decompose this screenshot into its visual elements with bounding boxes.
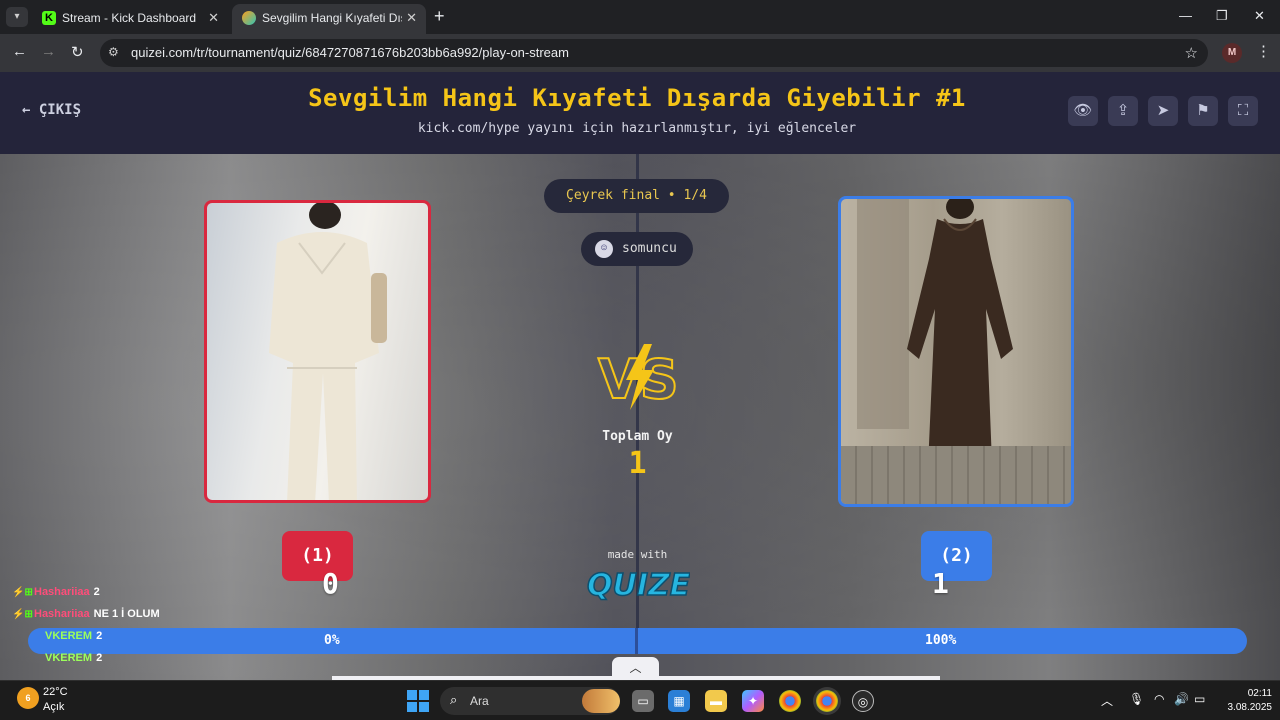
clock-time: 02:11 xyxy=(1247,688,1272,699)
chat-username: Hashariiaa xyxy=(34,608,90,620)
battery-icon[interactable]: ▭ xyxy=(1194,692,1205,706)
chat-badge-icon: ⚡⊞ xyxy=(12,609,33,620)
total-votes-label: Toplam Oy xyxy=(602,429,673,444)
volume-icon[interactable]: 🔊 xyxy=(1174,692,1189,706)
vote-option-1-button[interactable]: (1) xyxy=(282,531,353,581)
tab-title: Stream - Kick Dashboard xyxy=(62,11,197,25)
copilot-icon[interactable]: ✦ xyxy=(742,690,764,712)
total-votes-value: 1 xyxy=(628,446,647,481)
close-window-icon[interactable]: ✕ xyxy=(1254,8,1265,24)
percent-option-1: 0% xyxy=(324,633,340,648)
taskbar-search[interactable]: ⌕ Ara xyxy=(440,687,620,715)
eye-icon[interactable]: 👁 xyxy=(1068,96,1098,126)
restore-icon[interactable]: ❐ xyxy=(1216,8,1228,24)
tab-search-button[interactable]: ▾ xyxy=(6,7,28,27)
address-bar[interactable]: ⚙ quizei.com/tr/tournament/quiz/68472708… xyxy=(100,39,1208,67)
chat-username: Hashariiaa xyxy=(34,586,90,598)
tab-kick-dashboard[interactable]: K Stream - Kick Dashboard ✕ xyxy=(32,4,228,34)
profile-avatar[interactable]: M xyxy=(1222,43,1242,63)
chat-message: ⚡⊞Hashariiaa NE 1 İ OLUM xyxy=(12,608,160,620)
chat-message: VKEREM 2 xyxy=(45,652,102,664)
chat-message: VKEREM 2 xyxy=(45,630,102,642)
clock-date: 3.08.2025 xyxy=(1227,702,1273,713)
chat-text: 2 xyxy=(96,652,103,664)
chat-text: 2 xyxy=(93,586,100,598)
progress-divider xyxy=(635,628,638,654)
chat-message: ⚡⊞Hashariiaa 2 xyxy=(12,586,100,598)
quiz-page: ← ÇIKIŞ Sevgilim Hangi Kıyafeti Dışarda … xyxy=(0,72,1280,680)
flag-icon[interactable]: ⚑ xyxy=(1188,96,1218,126)
creator-badge[interactable]: ☺ somuncu xyxy=(581,232,693,266)
search-highlight-image xyxy=(582,689,620,713)
browser-tab-bar: ▾ K Stream - Kick Dashboard ✕ Sevgilim H… xyxy=(0,0,1280,34)
wifi-icon[interactable]: ◠ xyxy=(1154,692,1164,706)
creator-name: somuncu xyxy=(622,241,677,256)
back-arrow-icon[interactable]: ← xyxy=(12,43,27,60)
choice-card-2[interactable] xyxy=(838,196,1074,507)
url-text[interactable]: quizei.com/tr/tournament/quiz/6847270871… xyxy=(131,45,569,60)
quizei-logo[interactable]: QUIZEI xyxy=(585,561,690,603)
vote-progress-bar: 0% 100% xyxy=(28,628,1247,654)
share-icon[interactable]: ⇪ xyxy=(1108,96,1138,126)
clock[interactable]: 02:11 3.08.2025 xyxy=(1222,687,1273,715)
tab-title: Sevgilim Hangi Kıyafeti Dışarda xyxy=(262,11,402,25)
kick-favicon-icon: K xyxy=(42,11,56,25)
taskbar: 6 22°C Açık ⌕ Ara ▭ ▦ ▬ ✦ ◎ ︿ 🎙 ◠ 🔊 ▭ 02… xyxy=(0,680,1280,720)
chrome-profile-icon[interactable] xyxy=(816,690,838,712)
outfit-image-1 xyxy=(269,203,387,500)
weather-temperature[interactable]: 22°C xyxy=(43,686,68,698)
minimize-icon[interactable]: — xyxy=(1179,8,1192,23)
fullscreen-icon[interactable]: ⛶ xyxy=(1228,96,1258,126)
chat-username: VKEREM xyxy=(45,630,93,642)
forward-arrow-icon[interactable]: → xyxy=(41,43,56,60)
user-avatar-icon: ☺ xyxy=(595,240,613,258)
store-icon[interactable]: ▦ xyxy=(668,690,690,712)
made-with-label: made with xyxy=(607,548,668,561)
browser-menu-icon[interactable]: ⋮ xyxy=(1256,42,1271,60)
choice-card-1[interactable] xyxy=(204,200,431,503)
file-explorer-icon[interactable]: ▬ xyxy=(705,690,727,712)
weather-icon[interactable]: 6 xyxy=(17,687,39,709)
weather-condition[interactable]: Açık xyxy=(43,701,64,713)
new-tab-button[interactable]: + xyxy=(434,6,445,26)
search-icon: ⌕ xyxy=(450,692,458,707)
send-icon[interactable]: ➤ xyxy=(1148,96,1178,126)
site-info-icon[interactable]: ⚙ xyxy=(108,45,119,59)
obs-icon[interactable]: ◎ xyxy=(852,690,874,712)
chat-username: VKEREM xyxy=(45,652,93,664)
quiz-header: ← ÇIKIŞ Sevgilim Hangi Kıyafeti Dışarda … xyxy=(0,72,1280,154)
round-badge: Çeyrek final • 1/4 xyxy=(544,179,729,213)
microphone-icon[interactable]: 🎙 xyxy=(1129,692,1144,706)
outfit-image-2 xyxy=(857,199,1013,491)
tray-chevron-icon[interactable]: ︿ xyxy=(1101,692,1113,709)
score-option-2: 1 xyxy=(932,567,949,600)
search-placeholder: Ara xyxy=(470,694,489,708)
reload-icon[interactable]: ↻ xyxy=(71,43,84,61)
logo-text: QUIZEI xyxy=(587,568,690,603)
chat-text: NE 1 İ OLUM xyxy=(93,608,160,620)
bookmark-star-icon[interactable]: ☆ xyxy=(1185,44,1198,62)
chat-badge-icon: ⚡⊞ xyxy=(12,587,33,598)
vs-icon: VS xyxy=(597,344,678,412)
chevron-up-icon: ︿ xyxy=(629,661,642,675)
browser-toolbar: ← → ↻ ⚙ quizei.com/tr/tournament/quiz/68… xyxy=(0,34,1280,72)
percent-option-2: 100% xyxy=(925,633,957,648)
windows-start-icon[interactable] xyxy=(407,690,429,712)
chat-text: 2 xyxy=(96,630,103,642)
task-view-icon[interactable]: ▭ xyxy=(632,690,654,712)
score-option-1: 0 xyxy=(322,567,339,600)
quizei-favicon-icon xyxy=(242,11,256,25)
tab-quizei[interactable]: Sevgilim Hangi Kıyafeti Dışarda ✕ xyxy=(232,4,426,34)
chrome-icon[interactable] xyxy=(779,690,801,712)
close-tab-icon[interactable]: ✕ xyxy=(406,4,417,32)
close-tab-icon[interactable]: ✕ xyxy=(208,4,219,32)
